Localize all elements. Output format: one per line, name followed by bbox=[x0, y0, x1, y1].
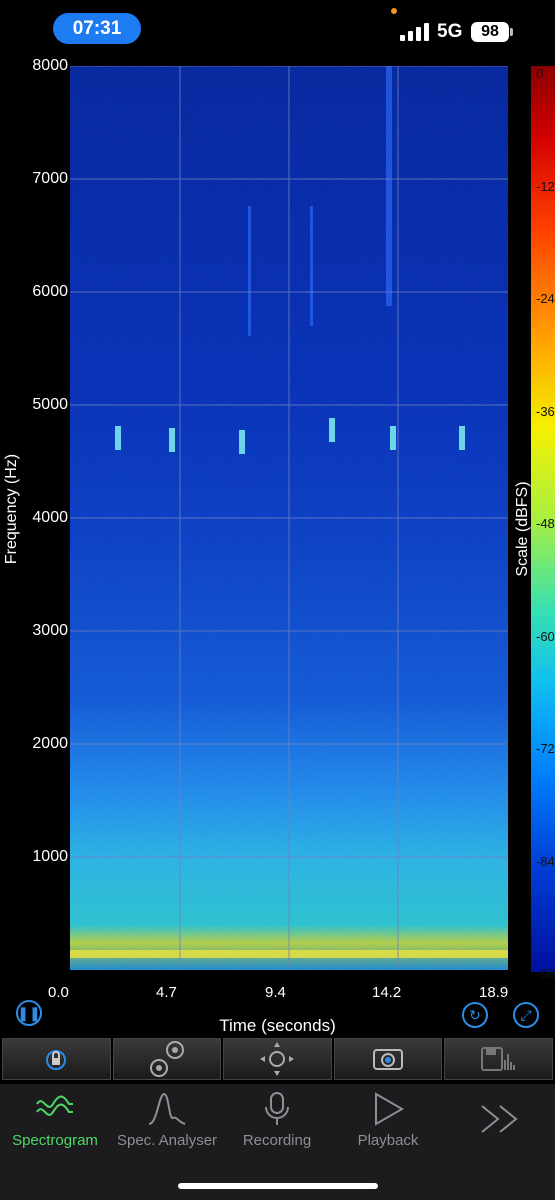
x-tick-label: 18.9 bbox=[479, 984, 509, 1001]
refresh-button[interactable]: ↻ bbox=[462, 1002, 488, 1028]
streak-mark bbox=[310, 206, 313, 326]
microphone-icon bbox=[265, 1092, 289, 1125]
chirp-mark bbox=[390, 426, 396, 450]
x-tick-label: 4.7 bbox=[156, 984, 177, 1001]
battery-cap-icon bbox=[510, 28, 513, 36]
pan-button[interactable] bbox=[223, 1038, 332, 1080]
more-icon bbox=[481, 1105, 518, 1133]
pause-icon: ❚❚ bbox=[17, 1004, 41, 1021]
y-tick-label: 2000 bbox=[32, 735, 68, 752]
zoom-vertical-button[interactable] bbox=[112, 1038, 222, 1080]
refresh-icon: ↻ bbox=[469, 1006, 481, 1023]
tab-label: Recording bbox=[242, 1132, 312, 1149]
scale-tick-label: -24 bbox=[536, 291, 555, 306]
lock-button[interactable] bbox=[2, 1038, 111, 1080]
streak-mark bbox=[386, 66, 392, 306]
x-tick-label: 0.0 bbox=[48, 984, 69, 1001]
spectrogram-plot[interactable] bbox=[70, 66, 508, 970]
scale-tick-label: -84 bbox=[536, 853, 555, 869]
x-tick-label: 14.2 bbox=[372, 984, 402, 1001]
camera-button[interactable] bbox=[333, 1038, 443, 1080]
more-button[interactable] bbox=[470, 1104, 530, 1174]
signal-icon bbox=[400, 23, 429, 41]
toolbar bbox=[2, 1038, 553, 1080]
scale-title: Scale (dBFS) bbox=[514, 481, 531, 577]
scale-tick-label: -60 bbox=[536, 628, 555, 644]
expand-icon: ⤢ bbox=[520, 1006, 532, 1023]
chirp-mark bbox=[239, 430, 245, 454]
chirp-mark bbox=[459, 426, 465, 450]
pause-button[interactable]: ❚❚ bbox=[16, 1000, 42, 1026]
lock-icon bbox=[46, 1050, 67, 1070]
tab-label: Spec. Analyser bbox=[116, 1132, 218, 1149]
camera-icon bbox=[373, 1049, 404, 1070]
y-tick-label: 1000 bbox=[32, 848, 68, 865]
play-icon bbox=[375, 1092, 405, 1126]
save-icon bbox=[480, 1047, 515, 1071]
y-tick-label: 6000 bbox=[32, 283, 68, 300]
mic-indicator-icon bbox=[391, 8, 397, 14]
chirp-mark bbox=[115, 426, 121, 450]
streak-mark bbox=[248, 206, 251, 336]
expand-button[interactable]: ⤢ bbox=[513, 1002, 539, 1028]
scale-tick-label: 0 bbox=[536, 66, 544, 81]
tab-spectrogram[interactable]: Spectrogram bbox=[2, 1092, 108, 1162]
tab-label: Playback bbox=[357, 1132, 419, 1149]
y-axis-title: Frequency (Hz) bbox=[3, 453, 20, 565]
y-tick-label: 8000 bbox=[32, 57, 68, 74]
save-button[interactable] bbox=[444, 1038, 553, 1080]
scale-tick-label: -72 bbox=[536, 741, 555, 756]
waveform-icon bbox=[36, 1095, 73, 1116]
tab-recording[interactable]: Recording bbox=[226, 1092, 328, 1162]
scale-tick-label: -12 bbox=[536, 178, 555, 194]
status-time[interactable]: 07:31 bbox=[53, 13, 141, 44]
scale-tick-label: -48 bbox=[536, 516, 555, 531]
x-tick-label: 9.4 bbox=[265, 984, 286, 1001]
chirp-mark bbox=[169, 428, 175, 452]
scale-tick-label: -96 bbox=[536, 966, 555, 981]
y-tick-label: 5000 bbox=[32, 396, 68, 413]
home-indicator bbox=[178, 1183, 378, 1189]
tab-label: Spectrogram bbox=[12, 1132, 98, 1149]
chirp-mark bbox=[329, 418, 335, 442]
tab-spec-analyser[interactable]: Spec. Analyser bbox=[112, 1092, 222, 1162]
tab-playback[interactable]: Playback bbox=[336, 1092, 440, 1162]
battery-level: 98 bbox=[471, 22, 509, 42]
y-tick-label: 7000 bbox=[32, 170, 68, 187]
peak-icon bbox=[148, 1092, 186, 1125]
zoom-vertical-icon bbox=[149, 1041, 184, 1077]
network-type: 5G bbox=[437, 21, 463, 42]
pan-icon bbox=[260, 1042, 295, 1076]
scale-tick-label: -36 bbox=[536, 403, 555, 419]
y-tick-label: 3000 bbox=[32, 622, 68, 639]
